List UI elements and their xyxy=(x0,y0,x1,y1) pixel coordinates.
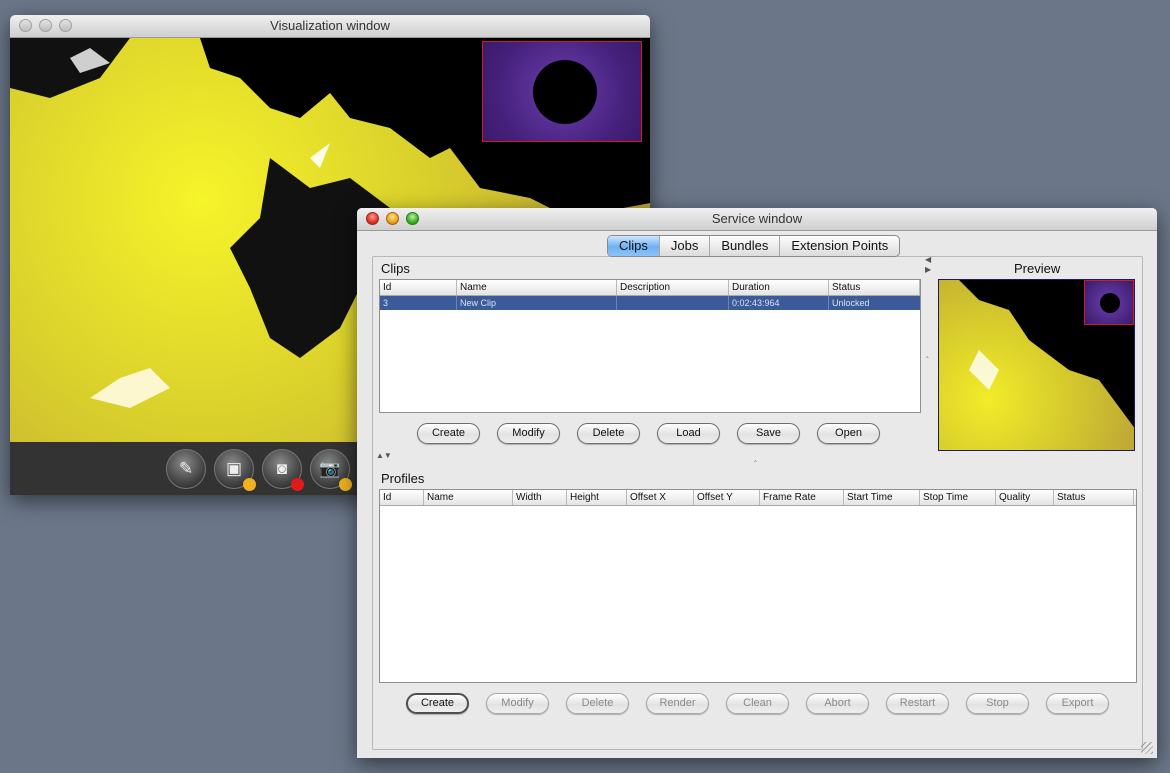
clip-open-button[interactable]: Open xyxy=(817,423,880,444)
profile-modify-button[interactable]: Modify xyxy=(486,693,549,714)
clip-create-button[interactable]: Create xyxy=(417,423,480,444)
column-header-id[interactable]: Id xyxy=(380,280,457,295)
profile-abort-button[interactable]: Abort xyxy=(806,693,869,714)
column-header-width[interactable]: Width xyxy=(513,490,567,505)
svc-window-title: Service window xyxy=(711,211,803,226)
record-badge-icon xyxy=(291,478,304,491)
clip-modify-button[interactable]: Modify xyxy=(497,423,560,444)
preview-title: Preview xyxy=(1014,261,1061,276)
profile-stop-button[interactable]: Stop xyxy=(966,693,1029,714)
column-header-name[interactable]: Name xyxy=(457,280,617,295)
preview-overlay-circle xyxy=(1100,293,1120,313)
camera-tool-button[interactable]: 📷 xyxy=(310,449,352,491)
split-arrows-icon[interactable]: ▲▼ xyxy=(376,451,392,460)
cell-duration: 0:02:43:964 xyxy=(729,296,829,310)
record-tool-button[interactable]: ◙ xyxy=(262,449,304,491)
column-header-id[interactable]: Id xyxy=(380,490,424,505)
profiles-table[interactable]: Id Name Width Height Offset X Offset Y F… xyxy=(379,489,1137,683)
tab-content-panel: Clips Id Name Description Duration Statu… xyxy=(372,255,1143,750)
splitter-handle-icon[interactable]: ‸ xyxy=(754,453,757,462)
clip-delete-button[interactable]: Delete xyxy=(577,423,640,444)
cell-status: Unlocked xyxy=(832,298,870,308)
sketch-tool-button[interactable]: ✎ xyxy=(166,449,206,489)
profiles-table-header: Id Name Width Height Offset X Offset Y F… xyxy=(380,490,1136,506)
zoom-icon[interactable] xyxy=(406,212,419,225)
profile-clean-button[interactable]: Clean xyxy=(726,693,789,714)
close-icon[interactable] xyxy=(366,212,379,225)
clips-table[interactable]: Id Name Description Duration Status 3 Ne… xyxy=(379,279,921,413)
profiles-section-title: Profiles xyxy=(381,471,425,486)
column-header-duration[interactable]: Duration xyxy=(729,280,829,295)
clips-table-header: Id Name Description Duration Status xyxy=(380,280,920,296)
sketch-icon: ✎ xyxy=(178,459,194,478)
column-header-frame-rate[interactable]: Frame Rate xyxy=(760,490,844,505)
service-window: Service window Clips Id Name Description… xyxy=(357,208,1157,758)
column-header-name[interactable]: Name xyxy=(424,490,513,505)
cell-id: 3 xyxy=(380,296,457,310)
minimize-icon[interactable] xyxy=(39,19,52,32)
preview-image xyxy=(938,279,1135,451)
overlay-circle xyxy=(533,60,597,124)
collapse-right-icon[interactable]: ▶ xyxy=(925,265,931,274)
tab-extension-points[interactable]: Extension Points xyxy=(780,236,899,256)
splitter-handle-icon[interactable]: ‸ xyxy=(926,349,929,358)
column-header-height[interactable]: Height xyxy=(567,490,627,505)
clips-section-title: Clips xyxy=(381,261,410,276)
preview-overlay xyxy=(1084,280,1134,325)
column-header-offset-x[interactable]: Offset X xyxy=(627,490,694,505)
screens-database-icon: ▣ xyxy=(225,459,243,478)
column-header-stop-time[interactable]: Stop Time xyxy=(920,490,996,505)
screens-tool-button[interactable]: ▣ xyxy=(214,449,256,491)
tab-clips[interactable]: Clips xyxy=(608,236,660,256)
database-badge-icon xyxy=(339,478,352,491)
record-video-icon: ◙ xyxy=(276,459,288,478)
tab-jobs[interactable]: Jobs xyxy=(660,236,711,256)
minimize-icon[interactable] xyxy=(386,212,399,225)
column-header-description[interactable]: Description xyxy=(617,280,729,295)
tab-bar: Clips Jobs Bundles Extension Points xyxy=(607,235,901,257)
database-badge-icon xyxy=(243,478,256,491)
column-header-status[interactable]: Status xyxy=(1054,490,1134,505)
cell-name: New Clip xyxy=(457,296,617,310)
clip-load-button[interactable]: Load xyxy=(657,423,720,444)
column-header-quality[interactable]: Quality xyxy=(996,490,1054,505)
profile-delete-button[interactable]: Delete xyxy=(566,693,629,714)
svc-titlebar[interactable]: Service window xyxy=(357,208,1157,231)
profile-export-button[interactable]: Export xyxy=(1046,693,1109,714)
profile-restart-button[interactable]: Restart xyxy=(886,693,949,714)
viz-titlebar[interactable]: Visualization window xyxy=(10,15,650,38)
collapse-left-icon[interactable]: ◀ xyxy=(925,255,931,264)
camera-database-icon: 📷 xyxy=(319,459,341,478)
resize-grip-icon[interactable] xyxy=(1141,742,1153,754)
overlay-preview xyxy=(482,41,642,142)
column-header-start-time[interactable]: Start Time xyxy=(844,490,920,505)
cell-description xyxy=(617,296,729,310)
zoom-icon[interactable] xyxy=(59,19,72,32)
tab-bundles[interactable]: Bundles xyxy=(710,236,781,256)
profile-create-button[interactable]: Create xyxy=(406,693,469,714)
profile-render-button[interactable]: Render xyxy=(646,693,709,714)
table-row[interactable]: 3 New Clip 0:02:43:964 Unlocked xyxy=(380,296,920,310)
close-icon[interactable] xyxy=(19,19,32,32)
column-header-status[interactable]: Status xyxy=(829,280,920,295)
viz-window-title: Visualization window xyxy=(270,18,390,33)
column-header-offset-y[interactable]: Offset Y xyxy=(694,490,760,505)
clip-save-button[interactable]: Save xyxy=(737,423,800,444)
